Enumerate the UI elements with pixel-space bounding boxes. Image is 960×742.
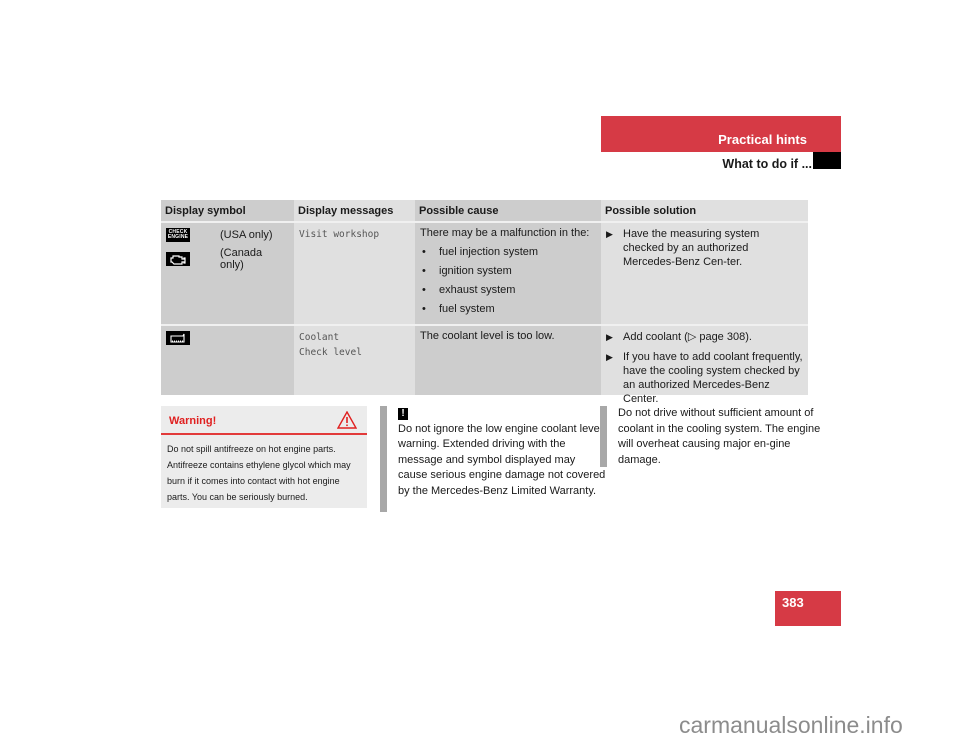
solution-step: ▶ Have the measuring system checked by an… [606, 228, 760, 268]
solution-cell: ▶ Have the measuring system checked by an… [601, 223, 808, 324]
exclamation-icon: ! [398, 408, 408, 420]
page-number-box: 383 [775, 591, 841, 626]
page-number: 383 [782, 595, 804, 610]
section-header-bar: Practical hints [601, 116, 841, 152]
message-cell: Visit workshop [294, 223, 415, 324]
display-messages-table: Display symbol Display messages Possible… [161, 200, 808, 405]
section-title: Practical hints [718, 132, 807, 147]
solution-cell: ▶ Add coolant (▷ page 308). ▶ If you have … [601, 326, 808, 405]
warning-box: Warning! Do not spill antifreeze on hot … [161, 406, 367, 508]
arrow-right-icon: ▶ [606, 229, 613, 239]
check-engine-icon: CHECK ENGINE [166, 228, 190, 242]
bullet-icon: • [422, 284, 426, 296]
display-message: Coolant [299, 332, 340, 343]
cause-bullet: • exhaust system [422, 284, 516, 296]
table-row: Coolant Check level The coolant level is… [161, 324, 808, 405]
warning-text: Do not spill antifreeze on hot engine pa… [167, 444, 351, 502]
bullet-icon: • [422, 265, 426, 277]
solution-step: ▶ Add coolant (▷ page 308). [606, 331, 752, 343]
cause-cell: There may be a malfunction in the: • fuel… [415, 223, 601, 324]
display-message: Visit workshop [299, 229, 380, 240]
symbol-cell: CHECK ENGINE (USA only) (Canada only) [161, 223, 294, 324]
table-row: CHECK ENGINE (USA only) (Canada only) Vi… [161, 223, 808, 324]
cause-bullet: • fuel system [422, 303, 495, 315]
cause-bullet: • fuel injection system [422, 246, 539, 258]
header-display-symbol: Display symbol [161, 200, 294, 221]
coolant-icon [166, 331, 190, 345]
symbol-entry: CHECK ENGINE (USA only) [166, 227, 289, 243]
warning-header: Warning! [161, 406, 367, 435]
notice-box: Do not drive without sufficient amount o… [600, 406, 823, 467]
solution-step: ▶ If you have to add coolant frequently, … [606, 351, 803, 405]
symbol-label: (USA only) [220, 229, 273, 241]
symbol-entry [166, 330, 289, 346]
header-possible-solution: Possible solution [601, 200, 808, 221]
bullet-icon: • [422, 246, 426, 258]
symbol-label: (Canada only) [219, 247, 263, 271]
subsection-title: What to do if ... [722, 157, 812, 171]
table-header-row: Display symbol Display messages Possible… [161, 200, 808, 223]
arrow-right-icon: ▶ [606, 332, 613, 342]
notice-text: Do not drive without sufficient amount o… [618, 407, 821, 466]
bullet-icon: • [422, 303, 426, 315]
symbol-entry: (Canada only) [166, 247, 289, 271]
notice-box: ! Do not ignore the low engine coolant l… [380, 406, 606, 512]
watermark: carmanualsonline.info [679, 712, 903, 738]
header-possible-cause: Possible cause [415, 200, 601, 221]
warning-triangle-icon [336, 410, 358, 434]
notice-text: Do not ignore the low engine coolant lev… [398, 422, 606, 497]
arrow-right-icon: ▶ [606, 352, 613, 362]
message-cell: Coolant Check level [294, 326, 415, 395]
cause-text: There may be a malfunction in the: [420, 227, 590, 239]
symbol-cell [161, 326, 294, 395]
header-tab-marker [813, 152, 841, 169]
cause-cell: The coolant level is too low. [415, 326, 601, 395]
engine-outline-icon [166, 252, 190, 266]
warning-title: Warning! [169, 415, 217, 427]
cause-bullet: • ignition system [422, 265, 512, 277]
header-display-messages: Display messages [294, 200, 415, 221]
cause-text: The coolant level is too low. [420, 330, 555, 342]
display-message: Check level [299, 347, 362, 358]
